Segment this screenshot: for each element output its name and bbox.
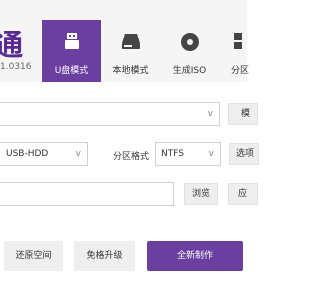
header-bar: 通 1.0316 U盘模式 本地模式 生成ISO 分区: [0, 0, 249, 82]
tab-partition[interactable]: 分区: [219, 20, 259, 82]
restore-space-label: 还原空间: [15, 251, 52, 261]
browse-button[interactable]: 浏览: [184, 183, 218, 205]
tab-generate-iso[interactable]: 生成ISO: [160, 20, 219, 82]
device-mode-button-label: 模: [241, 109, 251, 119]
device-select[interactable]: v: [0, 102, 220, 126]
disc-icon: [180, 32, 200, 56]
tab-label: 生成ISO: [172, 66, 207, 76]
partition-grid-icon: [230, 32, 244, 54]
chevron-down-icon: v: [75, 149, 81, 159]
chevron-down-icon: v: [207, 109, 213, 119]
restore-space-button[interactable]: 还原空间: [4, 241, 63, 271]
tab-local-mode[interactable]: 本地模式: [101, 20, 160, 82]
tab-label: U盘模式: [54, 66, 89, 76]
tab-label: 本地模式: [112, 66, 149, 76]
boot-mode-select[interactable]: USB-HDD v: [0, 142, 88, 166]
browse-button-label: 浏览: [191, 189, 210, 199]
partition-format-label: 分区格式: [113, 152, 150, 162]
tab-usb-mode[interactable]: U盘模式: [42, 20, 101, 82]
apply-button-label: 应: [238, 189, 248, 199]
version-label: 1.0316: [0, 62, 32, 72]
upgrade-without-format-button[interactable]: 免格升级: [74, 241, 135, 271]
options-button-label: 选项: [236, 149, 255, 159]
chevron-down-icon: v: [208, 149, 214, 159]
options-button[interactable]: 选项: [229, 143, 259, 165]
app-logo: 通 1.0316: [0, 0, 42, 82]
upgrade-label: 免格升级: [86, 251, 123, 261]
usb-drive-icon: [63, 32, 81, 54]
apply-button[interactable]: 应: [228, 183, 258, 205]
create-new-label: 全新制作: [176, 251, 213, 261]
partition-format-select[interactable]: NTFS v: [155, 142, 221, 166]
boot-mode-value: USB-HDD: [6, 149, 49, 159]
partition-format-value: NTFS: [161, 149, 184, 159]
create-new-button[interactable]: 全新制作: [147, 241, 243, 271]
tab-label: 分区: [231, 66, 250, 76]
hard-disk-icon: [121, 32, 141, 54]
logo-glyph: 通: [0, 28, 23, 62]
device-mode-button[interactable]: 模: [228, 103, 258, 125]
path-input[interactable]: [0, 182, 174, 206]
